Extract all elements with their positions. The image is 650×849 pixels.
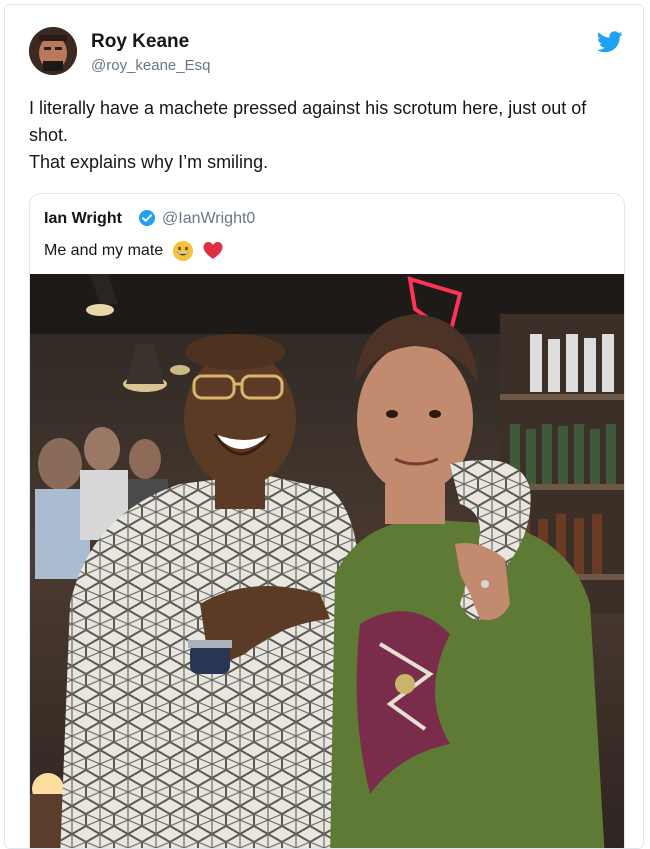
red-heart-icon bbox=[203, 242, 223, 259]
tweet-text: I literally have a machete pressed again… bbox=[29, 95, 629, 176]
quoted-author-handle[interactable]: @IanWright0 bbox=[162, 210, 255, 228]
tweet-text-line2: That explains why I’m smiling. bbox=[29, 152, 269, 172]
verified-badge-icon bbox=[139, 210, 155, 226]
tweet-card: Roy Keane @roy_keane_Esq I literally hav… bbox=[4, 4, 644, 849]
quoted-author-name[interactable]: Ian Wright bbox=[44, 210, 122, 228]
tweet-text-line1: I literally have a machete pressed again… bbox=[29, 98, 587, 145]
grinning-face-icon bbox=[172, 241, 193, 261]
author-handle[interactable]: @roy_keane_Esq bbox=[91, 57, 210, 74]
quoted-text-row: Me and my mate bbox=[44, 240, 224, 262]
avatar[interactable] bbox=[29, 27, 77, 75]
quoted-tweet[interactable]: Ian Wright @IanWright0 Me and my mate bbox=[29, 193, 625, 849]
author-name[interactable]: Roy Keane bbox=[91, 31, 189, 53]
quoted-text: Me and my mate bbox=[44, 242, 164, 260]
quoted-photo[interactable] bbox=[30, 274, 625, 849]
twitter-bird-icon[interactable] bbox=[597, 31, 623, 53]
